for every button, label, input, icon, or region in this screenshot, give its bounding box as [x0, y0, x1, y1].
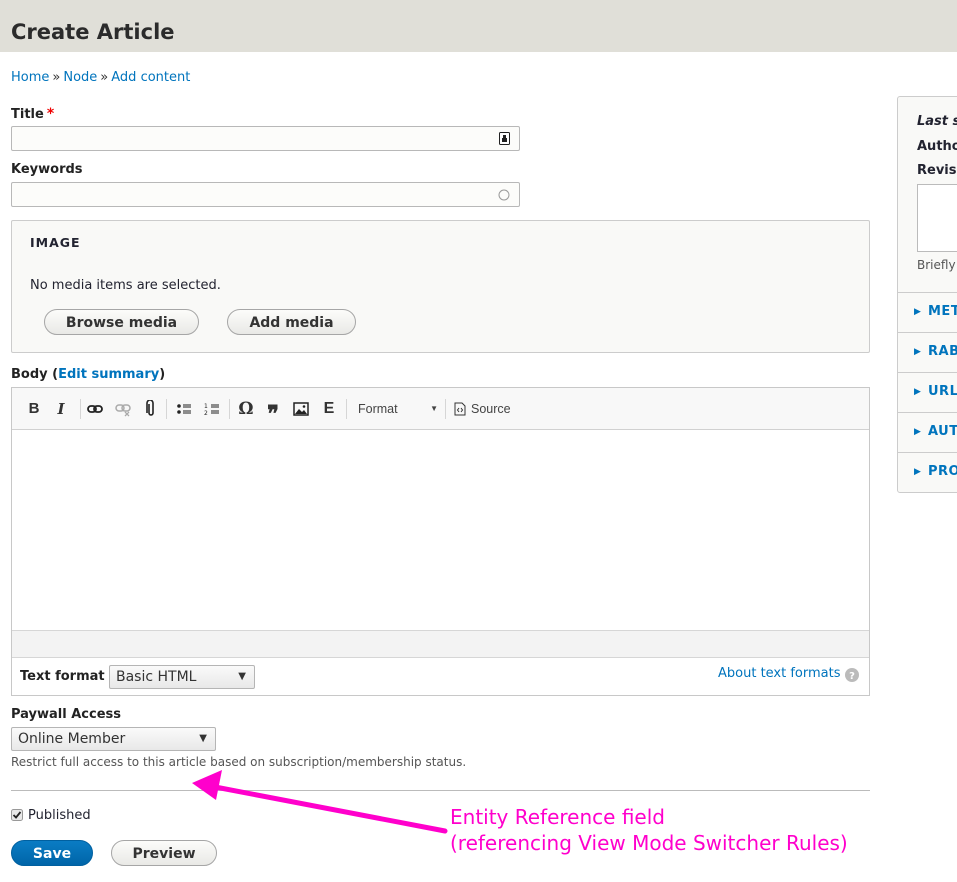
body-editor: B I 12 Ω ❞ E Format ▼ Source Text format… — [11, 387, 870, 696]
keywords-label: Keywords — [11, 162, 83, 177]
sidebar-section-meta[interactable]: ▶ MET — [898, 292, 957, 332]
expand-triangle-icon: ▶ — [914, 467, 921, 477]
revision-log-textarea[interactable] — [917, 184, 957, 252]
page-title: Create Article — [11, 20, 175, 44]
chevron-down-icon: ▼ — [199, 733, 207, 744]
text-format-value: Basic HTML — [116, 669, 197, 685]
svg-text:2: 2 — [204, 410, 208, 417]
breadcrumb-home[interactable]: Home — [11, 70, 49, 85]
breadcrumb: Home» Node» Add content — [11, 70, 190, 85]
title-label: Title * — [11, 106, 54, 122]
divider — [11, 790, 870, 791]
numbered-list-icon[interactable]: 12 — [204, 400, 220, 418]
sidebar-section-promotion[interactable]: ▶ PRO — [898, 452, 957, 492]
chevron-down-icon: ▼ — [430, 404, 438, 413]
annotation-line-1: Entity Reference field — [450, 805, 665, 829]
author-label: Autho — [917, 139, 957, 154]
title-label-text: Title — [11, 107, 44, 122]
published-label: Published — [28, 808, 91, 823]
toolbar-separator — [346, 399, 347, 419]
sidebar-section-url[interactable]: ▶ URL — [898, 372, 957, 412]
required-marker: * — [46, 106, 55, 122]
expand-triangle-icon: ▶ — [914, 307, 921, 317]
save-button[interactable]: Save — [11, 840, 93, 866]
meta-sidebar: Last s Autho Revisi Briefly ▶ MET ▶ RAB ▶ U… — [897, 96, 957, 493]
bold-button[interactable]: B — [26, 400, 42, 418]
image-icon[interactable] — [293, 400, 309, 418]
edit-summary-link[interactable]: Edit summary — [58, 367, 159, 382]
add-media-button[interactable]: Add media — [227, 309, 356, 335]
embed-button[interactable]: E — [321, 400, 337, 418]
source-button[interactable]: Source — [454, 400, 524, 418]
text-format-select[interactable]: Basic HTML ▼ — [109, 665, 255, 689]
body-editor-area[interactable] — [12, 431, 869, 630]
text-format-row: Text format Basic HTML ▼ About text form… — [12, 658, 869, 695]
password-manager-icon[interactable] — [499, 132, 510, 145]
unlink-icon[interactable] — [115, 400, 131, 418]
expand-triangle-icon: ▶ — [914, 427, 921, 437]
annotation-text: Entity Reference field (referencing View… — [450, 804, 848, 856]
toolbar-separator — [445, 399, 446, 419]
autocomplete-throbber-icon — [498, 189, 510, 201]
toolbar-separator — [80, 399, 81, 419]
sidebar-section-label: URL — [928, 384, 957, 399]
body-label-text: Body — [11, 367, 48, 382]
sidebar-section-label: AUT — [928, 424, 957, 439]
expand-triangle-icon: ▶ — [914, 347, 921, 357]
title-input[interactable] — [11, 126, 520, 151]
image-fieldset: IMAGE No media items are selected. Brows… — [11, 220, 870, 353]
link-icon[interactable] — [87, 400, 103, 418]
toolbar-separator — [229, 399, 230, 419]
breadcrumb-separator: » — [52, 70, 61, 85]
paywall-value: Online Member — [18, 731, 126, 747]
editor-statusbar — [12, 630, 869, 658]
preview-button[interactable]: Preview — [111, 840, 217, 866]
paywall-select[interactable]: Online Member ▼ — [11, 727, 216, 751]
revision-log-help: Briefly — [917, 258, 956, 272]
editor-toolbar: B I 12 Ω ❞ E Format ▼ Source — [12, 388, 869, 430]
annotation-arrow-line — [207, 783, 448, 834]
source-icon — [454, 402, 466, 416]
source-button-label: Source — [471, 402, 511, 416]
expand-triangle-icon: ▶ — [914, 387, 921, 397]
breadcrumb-separator: » — [100, 70, 109, 85]
format-dropdown[interactable]: Format ▼ — [358, 400, 440, 418]
breadcrumb-node[interactable]: Node — [63, 70, 97, 85]
sidebar-section-label: PRO — [928, 464, 957, 479]
body-label: Body (Edit summary) — [11, 367, 166, 382]
annotation-arrow-head — [192, 770, 222, 800]
sidebar-section-authoring[interactable]: ▶ AUT — [898, 412, 957, 452]
toolbar-separator — [166, 399, 167, 419]
annotation-line-2: (referencing View Mode Switcher Rules) — [450, 831, 848, 855]
chevron-down-icon: ▼ — [238, 671, 246, 682]
paywall-label: Paywall Access — [11, 707, 122, 722]
svg-text:?: ? — [849, 671, 855, 682]
breadcrumb-add-content[interactable]: Add content — [111, 70, 190, 85]
svg-text:1: 1 — [204, 403, 208, 410]
bulleted-list-icon[interactable] — [176, 400, 192, 418]
page-header: Create Article — [0, 0, 957, 52]
revision-log-label: Revisi — [917, 163, 957, 178]
sidebar-section-rabbit-hole[interactable]: ▶ RAB — [898, 332, 957, 372]
special-character-button[interactable]: Ω — [237, 400, 255, 418]
browse-media-button[interactable]: Browse media — [44, 309, 199, 335]
published-checkbox[interactable] — [11, 809, 23, 821]
sidebar-section-label: RAB — [928, 344, 957, 359]
sidebar-section-label: MET — [928, 304, 957, 319]
last-saved-label: Last s — [917, 114, 957, 129]
paperclip-icon[interactable] — [145, 400, 157, 418]
keywords-input[interactable] — [11, 182, 520, 207]
about-text-formats-link[interactable]: About text formats — [718, 666, 841, 681]
format-dropdown-label: Format — [358, 402, 398, 416]
image-legend: IMAGE — [30, 235, 81, 250]
text-format-label: Text format — [20, 669, 105, 684]
help-icon[interactable]: ? — [845, 668, 859, 682]
italic-button[interactable]: I — [53, 400, 69, 418]
paywall-description: Restrict full access to this article bas… — [11, 755, 467, 769]
blockquote-button[interactable]: ❞ — [264, 400, 282, 427]
no-media-message: No media items are selected. — [30, 278, 221, 293]
